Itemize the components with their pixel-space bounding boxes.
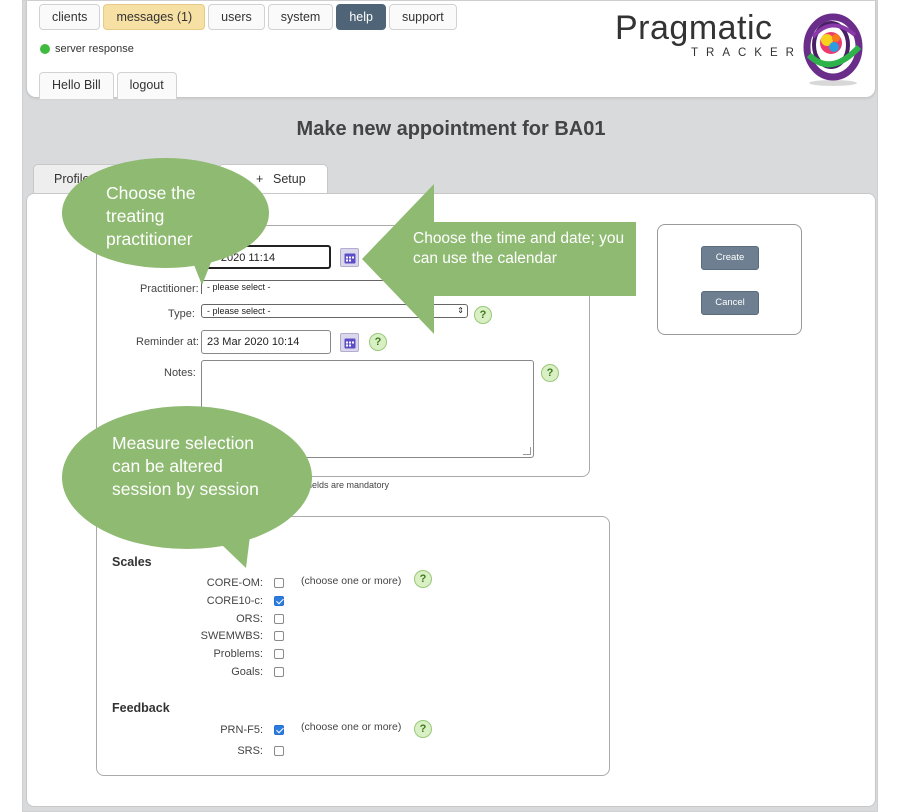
setup-prefix: + xyxy=(256,172,264,186)
scale-checkbox-swemwbs[interactable] xyxy=(274,631,284,641)
logout-tab[interactable]: logout xyxy=(116,72,177,99)
action-box xyxy=(657,224,802,335)
feedback-label-srs: SRS: xyxy=(237,745,263,757)
tab-system[interactable]: system xyxy=(267,4,334,30)
calendar-icon xyxy=(344,338,356,349)
server-status-text: server response xyxy=(55,43,134,55)
scale-label-core10-c: CORE10-c: xyxy=(206,595,263,607)
tab-support[interactable]: support xyxy=(388,4,457,30)
feedback-hint: (choose one or more) xyxy=(301,721,402,733)
scales-heading: Scales xyxy=(112,555,152,569)
tab-help[interactable]: help xyxy=(336,4,386,30)
scale-checkbox-problems[interactable] xyxy=(274,649,284,659)
type-value: - please select - xyxy=(207,306,271,316)
mandatory-note: d fields are mandatory xyxy=(300,480,390,490)
notes-label: Notes: xyxy=(164,367,196,379)
top-nav: clients messages (1) users system help s… xyxy=(39,4,457,30)
scale-label-ors: ORS: xyxy=(236,613,263,625)
scale-checkbox-core-om[interactable] xyxy=(274,578,284,588)
measures-callout: Measure selection can be altered session… xyxy=(62,406,312,549)
create-button[interactable]: Create xyxy=(701,246,759,270)
scales-hint: (choose one or more) xyxy=(301,575,402,587)
type-label: Type: xyxy=(168,308,195,320)
reminder-help-icon[interactable]: ? xyxy=(369,333,387,351)
scale-checkbox-core10-c[interactable] xyxy=(274,596,284,606)
practitioner-callout-text: Choose the treating practitioner xyxy=(106,183,196,249)
practitioner-callout: Choose the treating practitioner xyxy=(62,158,269,268)
header: clients messages (1) users system help s… xyxy=(26,1,876,99)
feedback-heading: Feedback xyxy=(112,701,170,715)
feedback-help-icon[interactable]: ? xyxy=(414,720,432,738)
server-status: server response xyxy=(40,43,134,55)
scale-checkbox-ors[interactable] xyxy=(274,614,284,624)
scale-label-goals: Goals: xyxy=(231,666,263,678)
datetime-callout-text: Choose the time and date; you can use th… xyxy=(413,230,625,267)
logo-subtitle: TRACKER xyxy=(691,47,802,59)
logo-swirl-icon xyxy=(803,13,863,86)
tab-users[interactable]: users xyxy=(208,4,265,30)
measures-box xyxy=(96,516,610,776)
cancel-button[interactable]: Cancel xyxy=(701,291,759,315)
feedback-label-prn-f5: PRN-F5: xyxy=(220,724,263,736)
notes-help-icon[interactable]: ? xyxy=(541,364,559,382)
scales-help-icon[interactable]: ? xyxy=(414,570,432,588)
calendar-icon xyxy=(344,253,356,264)
scale-label-core-om: CORE-OM: xyxy=(206,577,263,589)
scale-label-problems: Problems: xyxy=(213,648,263,660)
hello-user-tab[interactable]: Hello Bill xyxy=(39,72,114,99)
scale-checkbox-goals[interactable] xyxy=(274,667,284,677)
reminder-calendar-button[interactable] xyxy=(340,333,359,352)
datetime-calendar-button[interactable] xyxy=(340,248,359,267)
reminder-input[interactable]: 23 Mar 2020 10:14 xyxy=(201,330,331,354)
tab-clients[interactable]: clients xyxy=(39,4,101,30)
scale-label-swemwbs: SWEMWBS: xyxy=(200,630,263,642)
feedback-checkbox-srs[interactable] xyxy=(274,746,284,756)
logo-title: Pragmatic xyxy=(615,9,773,47)
tab-messages[interactable]: messages (1) xyxy=(103,4,206,30)
measures-callout-text: Measure selection can be altered session… xyxy=(112,433,259,499)
feedback-checkbox-prn-f5[interactable] xyxy=(274,725,284,735)
setup-label: Setup xyxy=(273,172,306,186)
page-title: Make new appointment for BA01 xyxy=(296,118,606,140)
status-dot-icon xyxy=(40,44,50,54)
pragmatic-tracker-logo: Pragmatic TRACKER xyxy=(615,5,865,93)
reminder-label: Reminder at: xyxy=(136,336,199,348)
user-tabs: Hello Bill logout xyxy=(39,72,177,99)
